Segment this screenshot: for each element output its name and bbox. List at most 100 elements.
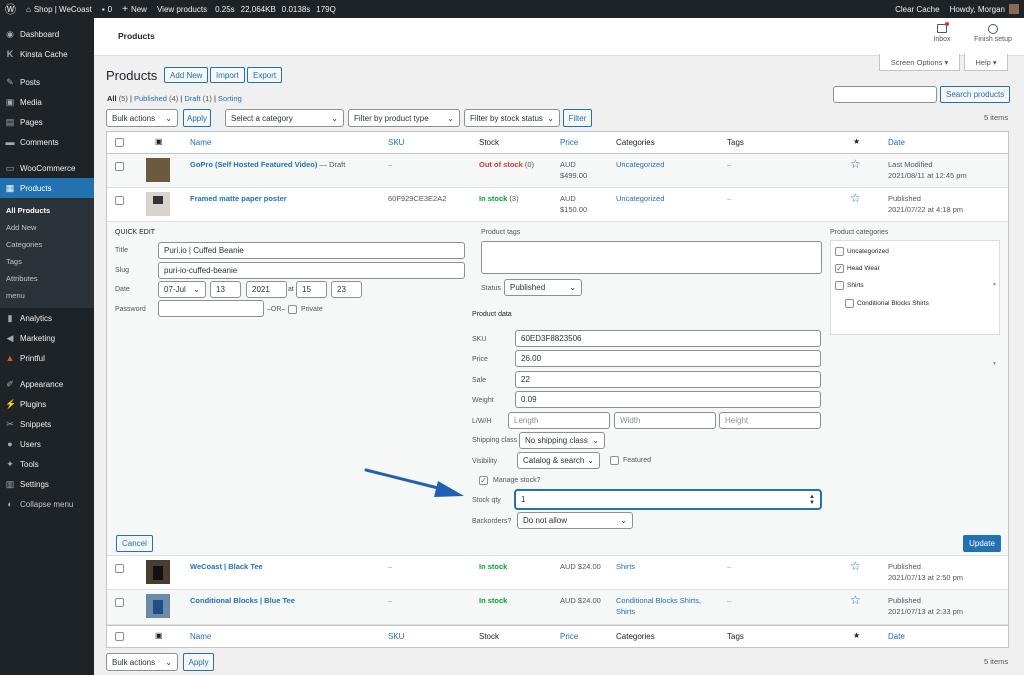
select-all-checkbox[interactable]: [115, 632, 124, 641]
menu-tools[interactable]: ✦ Tools: [0, 454, 94, 474]
column-sku[interactable]: SKU: [388, 632, 404, 641]
product-name[interactable]: Framed matte paper poster: [190, 193, 287, 204]
row-checkbox[interactable]: [115, 564, 124, 573]
account-menu[interactable]: Howdy, Morgan: [945, 0, 1024, 18]
sale-price-input[interactable]: 22: [515, 371, 821, 388]
submenu-all-products[interactable]: All Products: [0, 202, 94, 219]
filter-published[interactable]: Published (4): [134, 94, 178, 103]
featured-star-icon[interactable]: ☆: [850, 157, 861, 171]
submenu-tags[interactable]: Tags: [0, 253, 94, 270]
collapse-menu[interactable]: ◐ Collapse menu: [0, 494, 94, 514]
search-input[interactable]: [833, 86, 937, 103]
weight-input[interactable]: 0.09: [515, 391, 821, 408]
menu-snippets[interactable]: ✂ Snippets: [0, 414, 94, 434]
filter-draft[interactable]: Draft (1): [184, 94, 212, 103]
column-date[interactable]: Date: [888, 632, 905, 641]
apply-button-bottom[interactable]: Apply: [183, 653, 214, 671]
product-category[interactable]: Uncategorized: [616, 193, 664, 204]
menu-plugins[interactable]: ⚡ Plugins: [0, 394, 94, 414]
select-all-checkbox[interactable]: [115, 138, 124, 147]
screen-options-button[interactable]: Screen Options ▾: [879, 54, 960, 71]
product-category[interactable]: Shirts: [616, 561, 635, 572]
featured-star-icon[interactable]: ☆: [850, 559, 861, 573]
import-button[interactable]: Import: [210, 67, 245, 83]
update-button[interactable]: Update: [963, 535, 1001, 552]
submenu-add-new[interactable]: Add New: [0, 219, 94, 236]
visibility-select[interactable]: Catalog & search ⌄: [517, 452, 600, 469]
private-checkbox[interactable]: [288, 305, 297, 314]
menu-dashboard[interactable]: ◉ Dashboard: [0, 24, 94, 44]
site-name-link[interactable]: ⌂ Shop | WeCoast: [21, 0, 97, 18]
column-name[interactable]: Name: [190, 138, 211, 147]
product-name[interactable]: GoPro (Self Hosted Featured Video) — Dra…: [190, 159, 345, 170]
submenu-menu[interactable]: menu: [0, 287, 94, 304]
menu-media[interactable]: ▣ Media: [0, 92, 94, 112]
category-option[interactable]: Conditional Blocks Shirts: [845, 299, 929, 308]
product-thumbnail[interactable]: [146, 560, 170, 584]
length-input[interactable]: Length: [508, 412, 610, 429]
clear-cache-link[interactable]: Clear Cache: [890, 0, 944, 18]
title-input[interactable]: Puri.io | Cuffed Beanie: [158, 242, 465, 259]
filter-sorting[interactable]: Sorting: [218, 94, 242, 103]
category-option[interactable]: ✓ Head Wear: [835, 264, 880, 273]
product-name[interactable]: Conditional Blocks | Blue Tee: [190, 595, 295, 606]
column-price[interactable]: Price: [560, 138, 578, 147]
filter-button[interactable]: Filter: [563, 109, 592, 127]
column-price[interactable]: Price: [560, 632, 578, 641]
price-input[interactable]: 26.00: [515, 350, 821, 367]
menu-settings[interactable]: ▥ Settings: [0, 474, 94, 494]
hour-input[interactable]: 15: [296, 281, 327, 298]
category-option[interactable]: Uncategorized: [835, 247, 889, 256]
manage-stock-checkbox[interactable]: ✓: [479, 476, 488, 485]
row-checkbox[interactable]: [115, 598, 124, 607]
row-checkbox[interactable]: [115, 196, 124, 205]
stock-status-select[interactable]: Filter by stock status ⌄: [464, 109, 560, 127]
column-sku[interactable]: SKU: [388, 138, 404, 147]
wordpress-logo-icon[interactable]: Ⓦ: [0, 0, 21, 18]
menu-printful[interactable]: ▲ Printful: [0, 348, 94, 368]
add-new-button[interactable]: Add New: [164, 67, 209, 83]
bulk-actions-select-bottom[interactable]: Bulk actions ⌄: [106, 653, 178, 671]
menu-products[interactable]: ▦ Products: [0, 178, 94, 198]
cancel-button[interactable]: Cancel: [116, 535, 153, 552]
featured-star-icon[interactable]: ☆: [850, 593, 861, 607]
width-input[interactable]: Width: [614, 412, 716, 429]
status-select[interactable]: Published ⌄: [504, 279, 582, 296]
sku-input[interactable]: 60ED3F8823506: [515, 330, 821, 347]
stock-qty-input[interactable]: 1 ▲ ▼: [515, 490, 821, 509]
menu-kinsta-cache[interactable]: K Kinsta Cache: [0, 44, 94, 64]
day-input[interactable]: 13: [210, 281, 241, 298]
menu-appearance[interactable]: ✐ Appearance: [0, 374, 94, 394]
product-thumbnail[interactable]: [146, 192, 170, 216]
featured-star-icon[interactable]: ☆: [850, 191, 861, 205]
product-category[interactable]: Conditional Blocks Shirts, Shirts: [616, 595, 701, 617]
featured-checkbox[interactable]: [610, 456, 619, 465]
product-thumbnail[interactable]: [146, 594, 170, 618]
checklist-scrollbar[interactable]: ▲ ▼: [992, 244, 997, 404]
height-input[interactable]: Height: [719, 412, 821, 429]
month-select[interactable]: 07-Jul ⌄: [158, 281, 206, 298]
apply-button[interactable]: Apply: [183, 109, 211, 127]
new-content-link[interactable]: + New: [117, 0, 152, 18]
menu-pages[interactable]: ▤ Pages: [0, 112, 94, 132]
submenu-categories[interactable]: Categories: [0, 236, 94, 253]
category-option[interactable]: Shirts: [835, 281, 864, 290]
menu-woocommerce[interactable]: ▭ WooCommerce: [0, 158, 94, 178]
finish-setup-button[interactable]: Finish setup: [970, 24, 1016, 43]
backorders-select[interactable]: Do not allow ⌄: [517, 512, 633, 529]
bulk-actions-select[interactable]: Bulk actions ⌄: [106, 109, 178, 127]
export-button[interactable]: Export: [247, 67, 283, 83]
help-button[interactable]: Help ▾: [964, 54, 1008, 71]
password-input[interactable]: [158, 300, 264, 317]
year-input[interactable]: 2021: [246, 281, 287, 298]
spinner-arrows-icon[interactable]: ▲ ▼: [809, 494, 815, 506]
shipping-class-select[interactable]: No shipping class ⌄: [519, 432, 605, 449]
product-tags-textarea[interactable]: [481, 241, 822, 274]
filter-all[interactable]: All (5): [107, 94, 128, 103]
product-thumbnail[interactable]: [146, 158, 170, 182]
comments-link[interactable]: ▪ 0: [97, 0, 117, 18]
product-category[interactable]: Uncategorized: [616, 159, 664, 170]
menu-posts[interactable]: ✎ Posts: [0, 72, 94, 92]
featured-column-icon[interactable]: ★: [853, 137, 860, 146]
menu-comments[interactable]: ▬ Comments: [0, 132, 94, 152]
